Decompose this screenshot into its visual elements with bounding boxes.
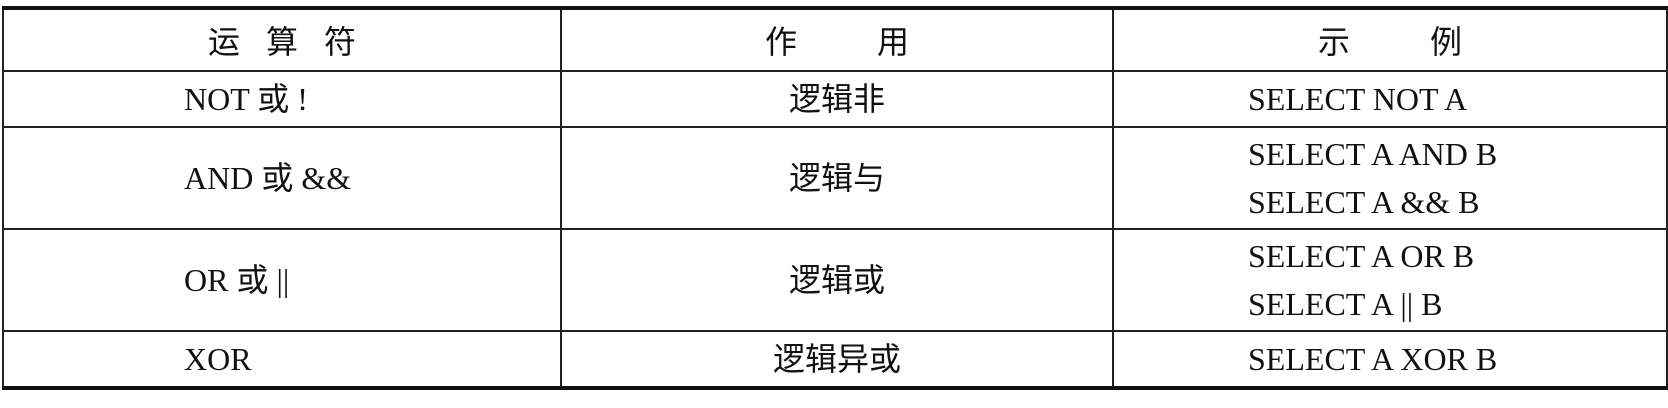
- example-cell: SELECT A XOR B: [1112, 330, 1668, 388]
- table-row: AND 或 && 逻辑与 SELECT A AND B SELECT A && …: [2, 126, 1668, 230]
- operator-text: XOR: [184, 341, 252, 377]
- example-line: SELECT A AND B: [1248, 136, 1498, 172]
- operator-cell: OR 或 ||: [2, 228, 562, 332]
- example-line: SELECT A XOR B: [1248, 341, 1498, 377]
- example-cell: SELECT A AND B SELECT A && B: [1112, 126, 1668, 230]
- operator-text: AND 或 &&: [184, 160, 352, 196]
- logical-operators-table: 运算符 作用 示例 NOT 或 ! 逻辑非 SELECT NOT A AND 或…: [2, 6, 1668, 390]
- operator-cell: XOR: [2, 330, 562, 388]
- example-line: SELECT A && B: [1248, 184, 1480, 220]
- function-cell: 逻辑非: [560, 70, 1114, 128]
- function-cell: 逻辑异或: [560, 330, 1114, 388]
- example-line: SELECT NOT A: [1248, 81, 1468, 117]
- table-row: OR 或 || 逻辑或 SELECT A OR B SELECT A || B: [2, 228, 1668, 332]
- operator-text: OR 或 ||: [184, 262, 290, 298]
- operator-text: NOT 或 !: [184, 81, 308, 117]
- header-function: 作用: [560, 8, 1114, 72]
- operator-cell: NOT 或 !: [2, 70, 562, 128]
- header-example: 示例: [1112, 8, 1668, 72]
- header-operator-label: 运算符: [207, 24, 382, 60]
- header-example-label: 示例: [1317, 24, 1542, 60]
- table-row: XOR 逻辑异或 SELECT A XOR B: [2, 330, 1668, 388]
- function-cell: 逻辑或: [560, 228, 1114, 332]
- logical-operators-table-container: 运算符 作用 示例 NOT 或 ! 逻辑非 SELECT NOT A AND 或…: [0, 0, 1668, 408]
- example-line: SELECT A OR B: [1248, 238, 1475, 274]
- header-operator: 运算符: [2, 8, 562, 72]
- example-cell: SELECT NOT A: [1112, 70, 1668, 128]
- function-cell: 逻辑与: [560, 126, 1114, 230]
- table-row: NOT 或 ! 逻辑非 SELECT NOT A: [2, 70, 1668, 128]
- example-cell: SELECT A OR B SELECT A || B: [1112, 228, 1668, 332]
- example-line: SELECT A || B: [1248, 286, 1443, 322]
- operator-cell: AND 或 &&: [2, 126, 562, 230]
- header-function-label: 作用: [764, 24, 989, 60]
- table-header-row: 运算符 作用 示例: [2, 8, 1668, 72]
